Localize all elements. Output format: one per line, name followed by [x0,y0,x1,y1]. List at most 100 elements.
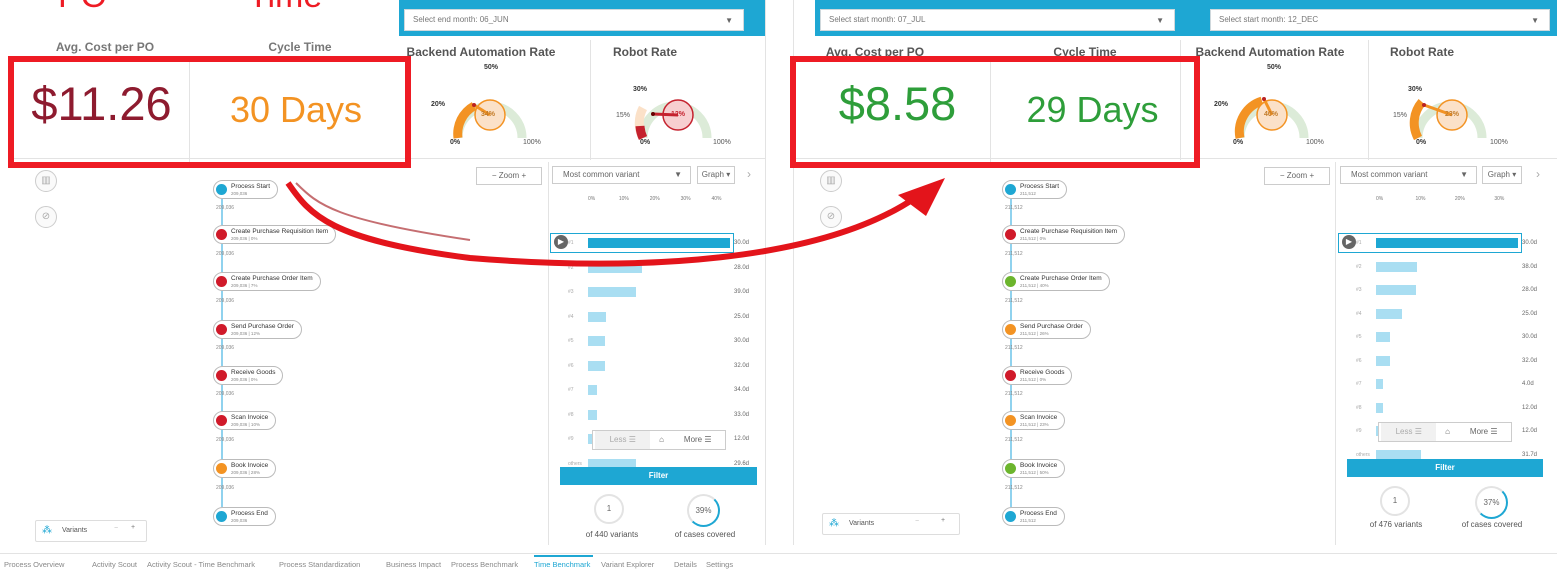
edge-count: 209,036 [216,205,235,211]
play-icon[interactable]: ▶ [554,235,568,249]
chevron-down-icon: ▼ [1531,16,1539,25]
nav-tab[interactable]: Process Benchmark [451,560,518,569]
left-cases-pct: 39% [687,494,720,527]
process-node[interactable]: Create Purchase Requisition Item 209,036 … [213,225,337,244]
process-node[interactable]: Book Invoice 211,512 | 50% [1002,459,1066,478]
less-button[interactable]: Less ☰ [1381,423,1437,441]
status-dot-icon [216,276,227,287]
more-button[interactable]: More ☰ [673,431,723,449]
left-robot-gauge [634,99,712,141]
process-node[interactable]: Create Purchase Order Item 211,512 | 40% [1002,272,1110,291]
chevron-right-icon[interactable]: › [1536,167,1540,181]
variant-bar[interactable] [1376,402,1383,413]
right-start-month-select[interactable]: Select start month: 07_JUL ▼ [820,9,1175,31]
bar-label: #3 [568,289,574,295]
bar-chart-icon[interactable]: ▥ [820,170,842,192]
hide-icon[interactable]: ⊘ [35,206,57,228]
variant-bar[interactable] [1376,261,1417,272]
nav-tab[interactable]: Time Benchmark [534,560,590,569]
node-label: Receive Goods [231,369,276,376]
play-icon[interactable]: ▶ [1342,235,1356,249]
process-node[interactable]: Scan Invoice 209,036 | 10% [213,411,277,430]
process-node[interactable]: Process Start 209,036 [213,180,279,199]
flow-connector [1010,478,1012,507]
variant-bar[interactable] [1376,308,1402,319]
variant-bar[interactable] [1376,355,1390,366]
process-node[interactable]: Receive Goods 209,036 | 0% [213,366,284,385]
process-node[interactable]: Create Purchase Requisition Item 211,512 … [1002,225,1126,244]
selected-variant-outline[interactable] [1338,233,1522,253]
chevron-down-icon: ▼ [725,16,733,25]
left-variants-count: 1 [594,494,624,524]
process-node[interactable]: Scan Invoice 211,512 | 23% [1002,411,1066,430]
process-node[interactable]: Create Purchase Order Item 209,036 | 7% [213,272,321,291]
minus-button[interactable]: − [915,518,919,525]
left-zoom-control[interactable]: − Zoom + [476,167,542,185]
variant-bar[interactable] [1376,285,1416,295]
less-button[interactable]: Less ☰ [595,431,651,449]
process-node[interactable]: Process End 209,036 [213,507,276,526]
minus-button[interactable]: − [114,525,118,532]
variant-bar[interactable] [588,287,636,297]
left-variant-select[interactable]: Most common variant ▼ [552,166,691,184]
process-node[interactable]: Process Start 211,512 [1002,180,1068,199]
process-node[interactable]: Send Purchase Order 209,036 | 12% [213,320,302,339]
process-node[interactable]: Receive Goods 211,512 | 0% [1002,366,1073,385]
node-label: Receive Goods [1020,369,1065,376]
nav-tab[interactable]: Variant Explorer [601,560,654,569]
variant-bar[interactable] [588,385,597,395]
variant-bar[interactable] [588,262,642,273]
nav-tab[interactable]: Activity Scout [92,560,137,569]
left-end-month-select[interactable]: Select end month: 06_JUN ▼ [404,9,744,31]
plus-button[interactable]: + [131,524,135,531]
selected-variant-outline[interactable] [550,233,734,253]
nav-tab[interactable]: Details [674,560,697,569]
bar-chart-icon[interactable]: ▥ [35,170,57,192]
right-variant-select[interactable]: Most common variant ▼ [1340,166,1477,184]
home-icon[interactable]: ⌂ [653,431,671,449]
right-start-month-label-2: Select start month: 12_DEC [1219,15,1319,24]
variant-bar[interactable] [588,311,606,322]
bar-value: 30.0d [1522,240,1538,246]
right-graph-button[interactable]: Graph ▾ [1482,166,1522,184]
variant-bar[interactable] [588,409,597,420]
flow-connector [1010,291,1012,320]
hide-icon[interactable]: ⊘ [820,206,842,228]
bar-label: #9 [1356,428,1362,434]
flow-connector [221,339,223,366]
chevron-down-icon: ▼ [1156,16,1164,25]
process-node[interactable]: Process End 211,512 [1002,507,1065,526]
variant-bar[interactable] [588,336,605,346]
bar-value: 25.0d [1522,310,1538,317]
variant-bar[interactable] [1376,449,1421,460]
variant-bar[interactable] [1376,332,1390,342]
flow-connector [221,385,223,411]
right-zoom-control[interactable]: − Zoom + [1264,167,1330,185]
right-filter-button[interactable]: Filter [1347,459,1543,477]
left-filter-button[interactable]: Filter [560,467,757,485]
variant-bar[interactable] [1376,379,1383,389]
left-graph-button[interactable]: Graph ▾ [697,166,735,184]
nav-tab[interactable]: Process Standardization [279,560,360,569]
node-count: 211,512 [1020,518,1036,523]
variants-icon: ⁂ [829,518,839,529]
status-dot-icon [216,324,227,335]
nav-tab[interactable]: Settings [706,560,733,569]
bar-value: 38.0d [1522,263,1538,270]
variant-bar[interactable] [588,360,605,371]
left-backend-gauge [453,99,527,139]
nav-tab[interactable]: Process Overview [4,560,64,569]
nav-tab[interactable]: Activity Scout - Time Benchmark [147,560,255,569]
chevron-right-icon[interactable]: › [747,167,751,181]
node-label: Process End [1020,510,1057,517]
home-icon[interactable]: ⌂ [1439,423,1457,441]
more-button[interactable]: More ☰ [1459,423,1509,441]
nav-tab[interactable]: Business Impact [386,560,441,569]
process-node[interactable]: Send Purchase Order 211,512 | 26% [1002,320,1091,339]
process-node[interactable]: Book Invoice 209,036 | 28% [213,459,277,478]
graph-label: Graph [701,170,724,179]
plus-button[interactable]: + [941,517,945,524]
node-count: 211,512 | 0% [1020,236,1047,241]
right-start-month-select-2[interactable]: Select start month: 12_DEC ▼ [1210,9,1550,31]
axis-tick-label: 20% [649,196,660,202]
